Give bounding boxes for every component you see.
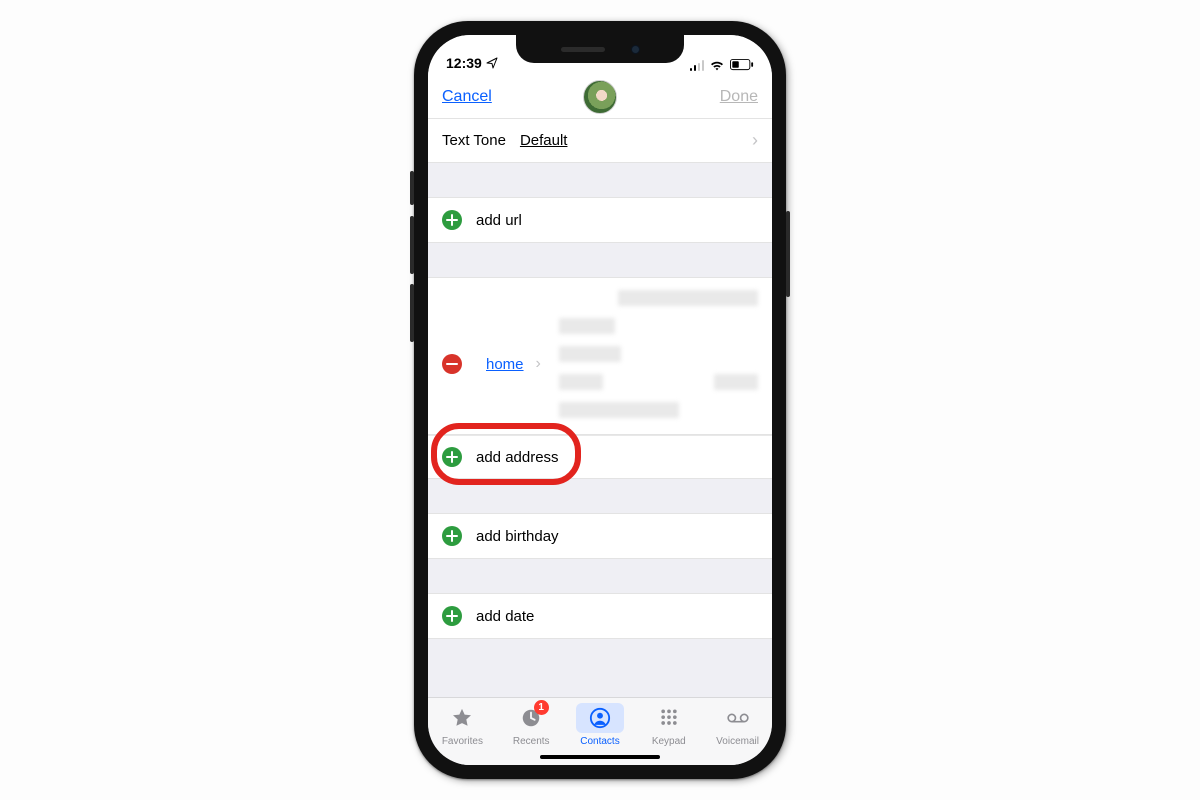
tab-label: Voicemail: [716, 736, 759, 747]
contact-avatar[interactable]: [583, 80, 617, 114]
volume-up-button: [410, 216, 414, 274]
edit-contact-header: Cancel Done: [428, 75, 772, 119]
add-url-label: add url: [476, 212, 522, 229]
text-tone-row[interactable]: Text Tone Default ›: [428, 119, 772, 163]
status-right: [690, 59, 755, 71]
redacted-field: [559, 346, 621, 362]
volume-down-button: [410, 284, 414, 342]
power-button: [786, 211, 790, 297]
edit-contact-content: Text Tone Default › add url: [428, 119, 772, 697]
plus-icon: [442, 606, 462, 626]
date-group: add date: [428, 593, 772, 639]
add-address-row[interactable]: add address: [428, 435, 772, 479]
done-button[interactable]: Done: [720, 88, 758, 106]
keypad-icon: [658, 707, 680, 729]
tab-keypad[interactable]: Keypad: [634, 698, 703, 751]
home-indicator[interactable]: [540, 755, 660, 759]
section-spacer: [428, 479, 772, 513]
redacted-field: [618, 290, 758, 306]
section-spacer: [428, 243, 772, 277]
add-birthday-label: add birthday: [476, 528, 559, 545]
add-address-container: add address: [428, 435, 772, 479]
section-spacer: [428, 559, 772, 593]
add-date-row[interactable]: add date: [428, 594, 772, 638]
tab-label: Contacts: [580, 736, 619, 747]
section-spacer: [428, 163, 772, 197]
notch: [516, 35, 684, 63]
add-date-label: add date: [476, 608, 534, 625]
phone-frame: 12:39 Cancel Done: [414, 21, 786, 779]
tab-label: Keypad: [652, 736, 686, 747]
tab-label: Recents: [513, 736, 550, 747]
add-url-row[interactable]: add url: [428, 198, 772, 242]
tab-recents[interactable]: 1 Recents: [497, 698, 566, 751]
star-icon: [451, 707, 473, 729]
voicemail-icon: [727, 707, 749, 729]
url-group: add url: [428, 197, 772, 243]
address-group: home ›: [428, 277, 772, 435]
plus-icon: [442, 447, 462, 467]
plus-icon: [442, 526, 462, 546]
battery-icon: [730, 59, 754, 71]
tab-favorites[interactable]: Favorites: [428, 698, 497, 751]
contact-icon: [589, 707, 611, 729]
text-tone-value: Default: [520, 132, 568, 149]
birthday-group: add birthday: [428, 513, 772, 559]
mute-switch: [410, 171, 414, 205]
redacted-field: [559, 318, 615, 334]
plus-icon: [442, 210, 462, 230]
recents-badge: 1: [534, 700, 549, 715]
redacted-field: [559, 374, 758, 390]
location-arrow-icon: [486, 56, 498, 72]
speaker-grille: [561, 47, 605, 52]
chevron-right-icon: ›: [752, 130, 758, 151]
cancel-button[interactable]: Cancel: [442, 88, 492, 106]
cellular-signal-icon: [690, 60, 705, 71]
tab-voicemail[interactable]: Voicemail: [703, 698, 772, 751]
add-address-label: add address: [476, 449, 559, 466]
minus-icon[interactable]: [442, 354, 462, 374]
wifi-icon: [709, 59, 725, 71]
chevron-right-icon: ›: [536, 355, 541, 373]
home-address-row[interactable]: home ›: [442, 290, 758, 418]
status-time-group: 12:39: [446, 55, 498, 71]
address-type-label[interactable]: home: [486, 356, 524, 373]
screen: 12:39 Cancel Done: [428, 35, 772, 765]
address-fields-redacted: [559, 290, 758, 418]
front-camera: [631, 45, 640, 54]
tab-label: Favorites: [442, 736, 483, 747]
redacted-field: [559, 402, 679, 418]
tab-contacts[interactable]: Contacts: [566, 698, 635, 751]
text-tone-label: Text Tone: [442, 132, 506, 149]
status-time: 12:39: [446, 55, 482, 71]
add-birthday-row[interactable]: add birthday: [428, 514, 772, 558]
